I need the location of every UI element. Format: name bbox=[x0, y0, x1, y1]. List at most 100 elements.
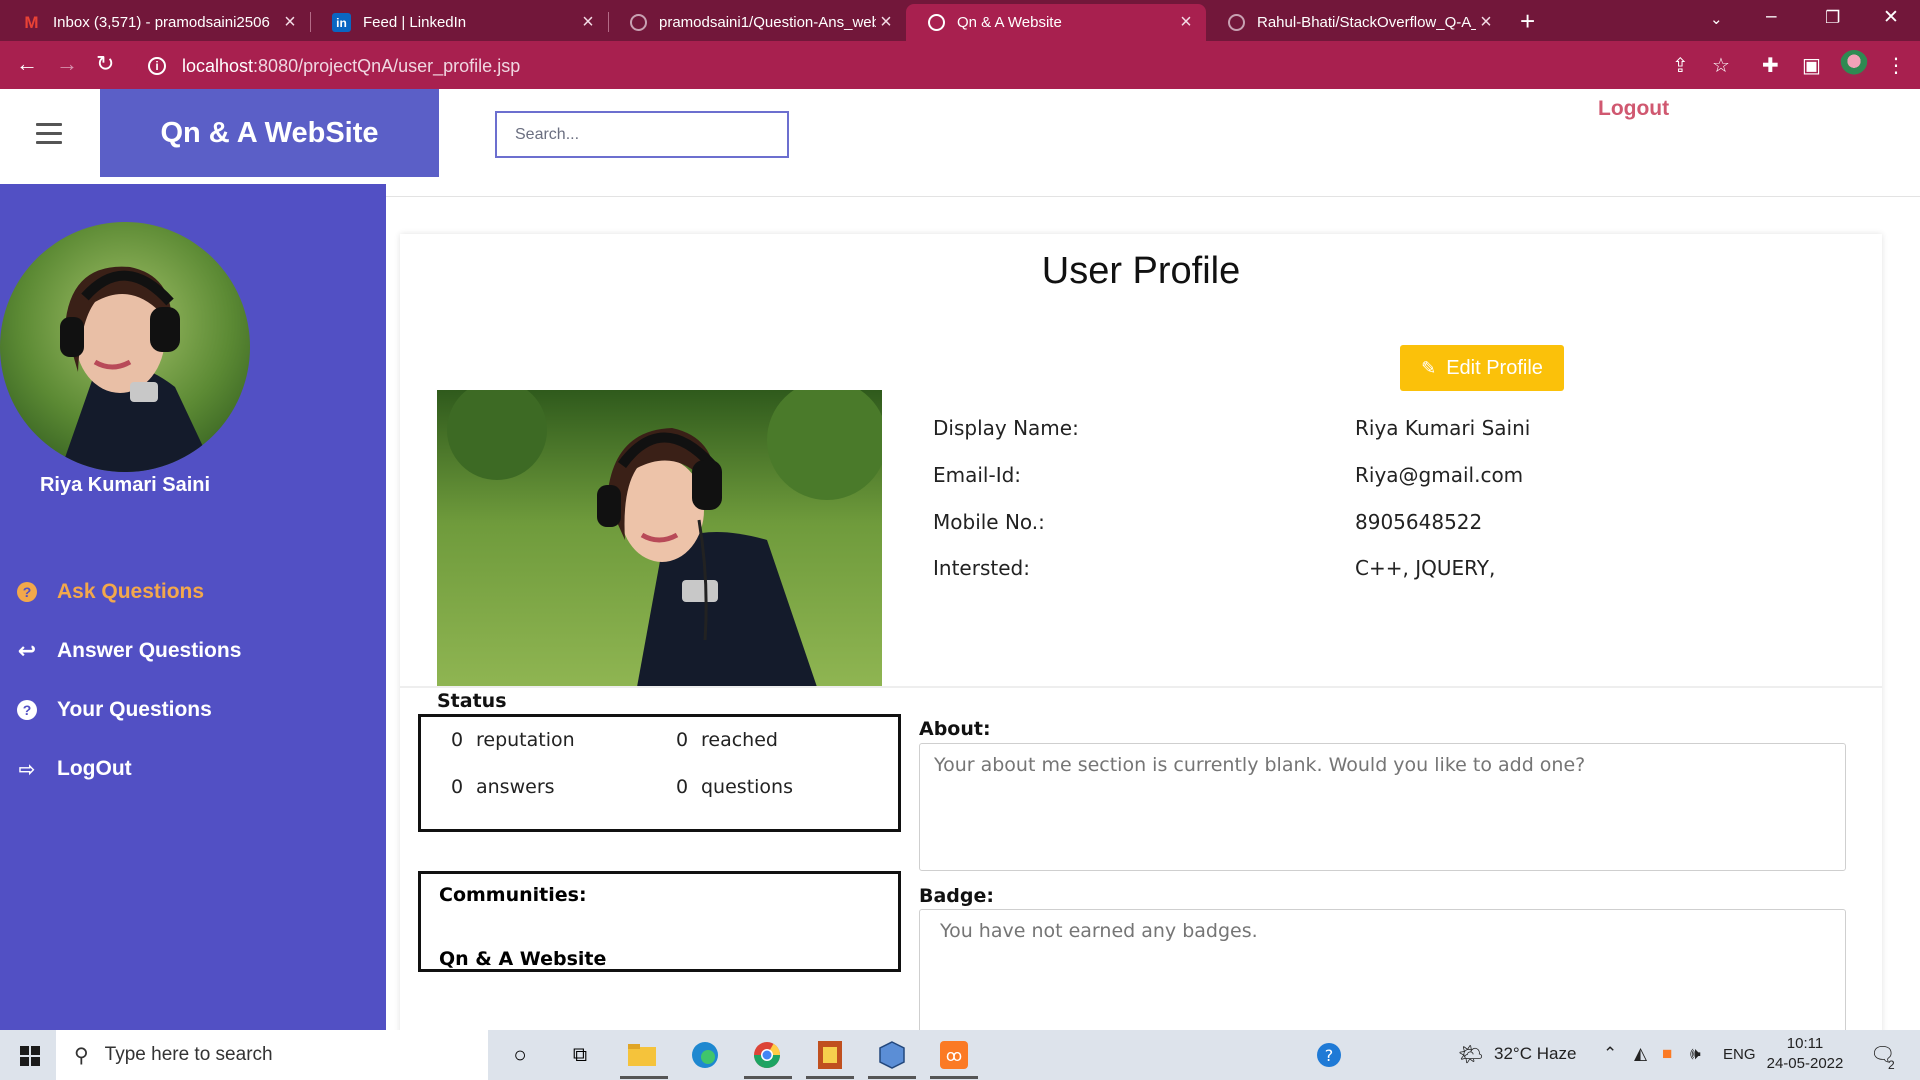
tab-search-chevron-icon[interactable]: ⌄ bbox=[1710, 10, 1723, 28]
cortana-icon[interactable]: ○ bbox=[505, 1040, 535, 1070]
tab-gmail[interactable]: M Inbox (3,571) - pramodsaini2506 × bbox=[0, 4, 310, 41]
weather-sun-icon[interactable]: 🌤 bbox=[1458, 1042, 1483, 1067]
window-close-icon[interactable]: ✕ bbox=[1883, 6, 1899, 29]
tab-qna-website[interactable]: Qn & A Website × bbox=[906, 4, 1206, 41]
reached-label: reached bbox=[701, 729, 778, 751]
minimize-icon[interactable]: – bbox=[1766, 6, 1777, 28]
sidebar-item-label: Ask Questions bbox=[57, 580, 205, 603]
user-photo bbox=[437, 390, 882, 687]
sidebar-item-label: Your Questions bbox=[57, 698, 212, 721]
virtualbox-icon[interactable] bbox=[877, 1040, 907, 1070]
linkedin-icon: in bbox=[332, 13, 351, 32]
site-info-icon[interactable]: i bbox=[148, 57, 166, 75]
badge-textarea[interactable] bbox=[919, 909, 1846, 1030]
new-tab-plus-icon[interactable]: + bbox=[1520, 6, 1535, 37]
xampp-icon[interactable]: ꝏ bbox=[939, 1040, 969, 1070]
edit-profile-label: Edit Profile bbox=[1446, 356, 1543, 379]
tab-github-pramod[interactable]: pramodsaini1/Question-Ans_web × bbox=[608, 4, 906, 41]
task-view-icon[interactable]: ⧉ bbox=[565, 1040, 595, 1070]
questions-label: questions bbox=[701, 776, 793, 798]
sidebar-item-logout[interactable]: ⇨ LogOut bbox=[17, 757, 132, 781]
taskbar-running-indicator bbox=[806, 1076, 854, 1079]
url-text[interactable]: localhost:8080/projectQnA/user_profile.j… bbox=[182, 56, 520, 77]
close-icon[interactable]: × bbox=[280, 11, 300, 34]
reputation-label: reputation bbox=[476, 729, 575, 751]
reached-count: 0 bbox=[676, 729, 689, 751]
about-textarea[interactable] bbox=[919, 743, 1846, 871]
close-icon[interactable]: × bbox=[578, 11, 598, 34]
system-clock[interactable]: 10:11 24-05-2022 bbox=[1764, 1034, 1846, 1074]
questions-count: 0 bbox=[676, 776, 689, 798]
share-icon[interactable]: ⇪ bbox=[1672, 53, 1689, 78]
tray-chevron-up-icon[interactable]: ⌃ bbox=[1603, 1044, 1617, 1064]
app-icon[interactable] bbox=[815, 1040, 845, 1070]
field-label: Intersted: bbox=[933, 556, 1030, 580]
field-value: Riya@gmail.com bbox=[1355, 463, 1524, 487]
reply-icon: ↩ bbox=[17, 638, 37, 663]
tab-title: Feed | LinkedIn bbox=[363, 14, 467, 31]
tab-github-rahul[interactable]: Rahul-Bhati/StackOverflow_Q-A_ × bbox=[1206, 4, 1506, 41]
close-icon[interactable]: × bbox=[1176, 11, 1196, 34]
gmail-icon: M bbox=[24, 12, 39, 32]
status-heading: Status bbox=[437, 690, 507, 712]
bookmark-star-icon[interactable]: ☆ bbox=[1712, 53, 1730, 78]
notification-count: 2 bbox=[1888, 1058, 1895, 1072]
language-indicator[interactable]: ENG bbox=[1723, 1046, 1756, 1063]
close-icon[interactable]: × bbox=[1476, 11, 1496, 34]
restore-icon[interactable]: ❐ bbox=[1825, 8, 1840, 28]
field-label: Display Name: bbox=[933, 416, 1079, 440]
github-icon bbox=[1228, 14, 1245, 31]
taskbar-search-box[interactable]: ⚲ Type here to search bbox=[56, 1030, 488, 1080]
search-input[interactable] bbox=[495, 111, 789, 158]
edit-profile-button[interactable]: ✎ Edit Profile bbox=[1400, 345, 1564, 391]
side-panel-icon[interactable]: ▣ bbox=[1802, 53, 1821, 78]
volume-icon[interactable]: 🕪 bbox=[1690, 1044, 1701, 1064]
sidebar-item-label: Answer Questions bbox=[57, 639, 242, 662]
edge-browser-icon[interactable] bbox=[690, 1040, 720, 1070]
avatar bbox=[0, 222, 250, 472]
taskbar-running-indicator bbox=[744, 1076, 792, 1079]
logout-link[interactable]: Logout bbox=[1598, 97, 1669, 121]
chrome-browser-icon[interactable] bbox=[752, 1040, 782, 1070]
taskbar-running-indicator bbox=[930, 1076, 978, 1079]
xampp-tray-icon[interactable]: ■ bbox=[1662, 1044, 1672, 1064]
field-label: Email-Id: bbox=[933, 463, 1022, 487]
extensions-puzzle-icon[interactable]: ✚ bbox=[1762, 53, 1779, 78]
field-value: Riya Kumari Saini bbox=[1355, 416, 1531, 440]
communities-box: Communities: Qn & A Website bbox=[418, 871, 901, 972]
sidebar: Riya Kumari Saini ? Ask Questions ↩ Answ… bbox=[0, 184, 386, 1030]
profile-card: User Profile ✎ Edit Profile Display Name… bbox=[400, 234, 1882, 1030]
browser-menu-icon[interactable]: ⋮ bbox=[1886, 53, 1906, 78]
windows-start-icon[interactable] bbox=[20, 1046, 40, 1066]
browser-profile-avatar[interactable] bbox=[1840, 50, 1868, 78]
taskbar-running-indicator bbox=[868, 1076, 916, 1079]
weather-text[interactable]: 32°C Haze bbox=[1494, 1044, 1576, 1064]
sidebar-item-label: LogOut bbox=[57, 757, 132, 780]
hamburger-menu-icon[interactable] bbox=[36, 123, 62, 150]
taskbar-search-placeholder: Type here to search bbox=[104, 1044, 273, 1065]
browser-tab-strip: M Inbox (3,571) - pramodsaini2506 × in F… bbox=[0, 0, 1920, 41]
tab-linkedin[interactable]: in Feed | LinkedIn × bbox=[310, 4, 608, 41]
tab-title: Inbox (3,571) - pramodsaini2506 bbox=[53, 14, 270, 31]
address-bar[interactable]: i localhost:8080/projectQnA/user_profile… bbox=[136, 47, 1676, 85]
sidebar-item-your-questions[interactable]: ? Your Questions bbox=[17, 698, 212, 722]
brand-logo[interactable]: Qn & A WebSite bbox=[100, 89, 439, 177]
wifi-icon[interactable]: ◭ bbox=[1634, 1044, 1647, 1064]
about-label: About: bbox=[919, 718, 991, 740]
community-item[interactable]: Qn & A Website bbox=[439, 948, 606, 970]
close-icon[interactable]: × bbox=[876, 11, 896, 34]
file-explorer-icon[interactable] bbox=[627, 1040, 657, 1070]
sidebar-item-ask-questions[interactable]: ? Ask Questions bbox=[17, 580, 204, 604]
field-value: C++, JQUERY, bbox=[1355, 556, 1496, 580]
page-title: User Profile bbox=[1041, 250, 1241, 292]
clock-time: 10:11 bbox=[1786, 1035, 1824, 1052]
user-photo bbox=[0, 222, 250, 472]
reload-icon[interactable]: ↻ bbox=[96, 51, 114, 77]
taskbar-running-indicator bbox=[620, 1076, 668, 1079]
forward-arrow-icon[interactable]: → bbox=[56, 51, 78, 77]
browser-toolbar: ← → ↻ i localhost:8080/projectQnA/user_p… bbox=[0, 41, 1920, 89]
back-arrow-icon[interactable]: ← bbox=[16, 51, 38, 77]
sidebar-user-name: Riya Kumari Saini bbox=[39, 474, 211, 496]
sidebar-item-answer-questions[interactable]: ↩ Answer Questions bbox=[17, 638, 242, 663]
help-icon[interactable]: ? bbox=[1314, 1040, 1344, 1070]
